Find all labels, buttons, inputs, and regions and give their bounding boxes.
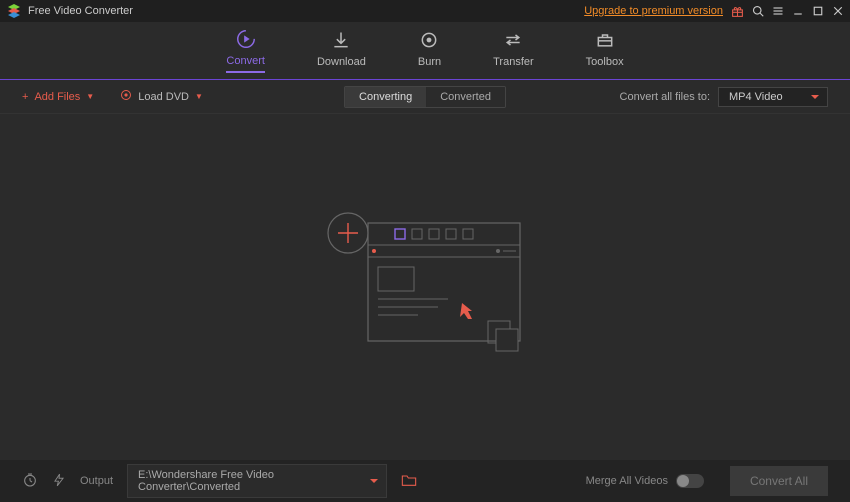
upgrade-link[interactable]: Upgrade to premium version [584,5,723,17]
clock-icon[interactable] [22,472,38,491]
tab-download[interactable]: Download [317,29,366,72]
tab-label: Download [317,56,366,68]
close-icon[interactable] [832,5,844,17]
load-dvd-label: Load DVD [138,91,189,103]
app-title: Free Video Converter [28,5,584,17]
app-logo-icon [6,3,22,19]
main-tabs: Convert Download Burn Transfer Toolbox [0,22,850,80]
tab-convert[interactable]: Convert [226,28,265,73]
merge-label: Merge All Videos [586,475,668,487]
subbar: + Add Files ▼ Load DVD ▼ Converting Conv… [0,80,850,114]
convert-all-button[interactable]: Convert All [730,466,828,496]
menu-icon[interactable] [772,5,784,17]
add-files-label: Add Files [34,91,80,103]
title-controls [731,5,844,18]
tab-label: Burn [418,56,441,68]
disc-icon [120,89,132,104]
merge-toggle[interactable] [676,474,704,488]
tab-label: Convert [226,55,265,67]
empty-state-illustration [320,211,530,364]
tab-burn[interactable]: Burn [418,29,441,72]
gift-icon[interactable] [731,5,744,18]
chevron-down-icon: ▼ [86,92,94,101]
load-dvd-button[interactable]: Load DVD ▼ [120,89,203,104]
minimize-icon[interactable] [792,5,804,17]
chevron-down-icon: ▼ [195,92,203,101]
footer: Output E:\Wondershare Free Video Convert… [0,460,850,502]
download-icon [330,29,352,51]
search-icon[interactable] [752,5,764,17]
segment-converting[interactable]: Converting [345,87,426,107]
output-path-dropdown[interactable]: E:\Wondershare Free Video Converter\Conv… [127,464,387,498]
tab-transfer[interactable]: Transfer [493,29,534,72]
convert-icon [235,28,257,50]
convert-all-to-label: Convert all files to: [620,91,710,103]
plus-icon: + [22,91,28,103]
output-label: Output [80,475,113,487]
segment-converted[interactable]: Converted [426,87,505,107]
transfer-icon [502,29,524,51]
lightning-icon[interactable] [52,473,66,490]
convert-all-to: Convert all files to: MP4 Video [620,87,828,107]
open-folder-icon[interactable] [401,473,417,490]
add-files-button[interactable]: + Add Files ▼ [22,91,94,103]
content-area[interactable] [0,114,850,460]
tab-label: Transfer [493,56,534,68]
maximize-icon[interactable] [812,5,824,17]
toolbox-icon [594,29,616,51]
tab-label: Toolbox [586,56,624,68]
merge-all-videos: Merge All Videos [586,474,704,488]
converting-converted-segment: Converting Converted [344,86,506,108]
titlebar: Free Video Converter Upgrade to premium … [0,0,850,22]
format-dropdown[interactable]: MP4 Video [718,87,828,107]
tab-toolbox[interactable]: Toolbox [586,29,624,72]
burn-icon [418,29,440,51]
